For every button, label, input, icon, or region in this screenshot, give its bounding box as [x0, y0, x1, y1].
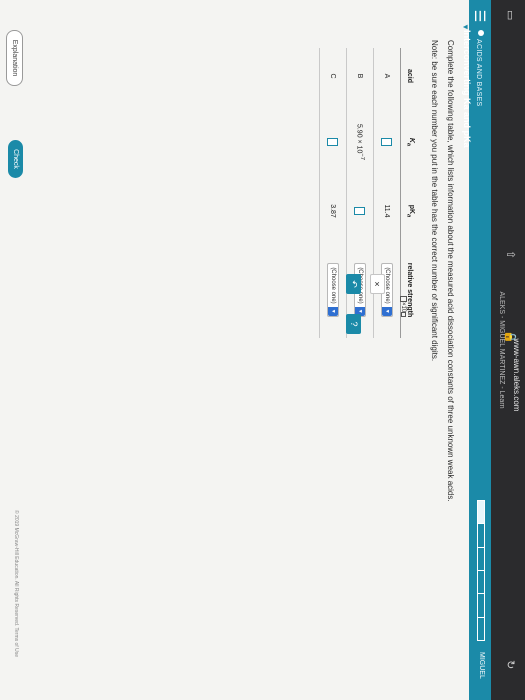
section-label: ACIDS AND BASES — [472, 30, 490, 148]
acid-table: acid Ka pKa relative strength A 11.4 (Ch… — [319, 48, 419, 338]
aleks-header: ☰ ACIDS AND BASES Interconverting Ka and… — [462, 0, 491, 700]
ka-value: 5.90 × 10−7 — [346, 104, 374, 180]
progress-segment — [477, 569, 485, 595]
chevron-down-icon[interactable]: ▼ — [461, 23, 470, 35]
acid-name: A — [373, 48, 401, 104]
strength-cell: (Choose one)▼ — [319, 242, 347, 338]
header-relative-strength: relative strength — [400, 242, 419, 338]
strength-select[interactable]: (Choose one)▼ — [327, 263, 339, 317]
acid-name: C — [319, 48, 347, 104]
user-name[interactable]: MIGUEL — [478, 652, 485, 679]
share-icon[interactable]: ⇧ — [504, 250, 517, 259]
copyright-text: © 2019 McGraw-Hill Education. All Rights… — [13, 510, 19, 657]
pka-cell — [346, 180, 374, 242]
question-note: Note: be sure each number you put in the… — [430, 40, 439, 362]
address-bar[interactable]: www-awn.aleks.com — [510, 290, 521, 460]
pka-input[interactable] — [354, 207, 366, 215]
table-row: C 3.87 (Choose one) ▼ — [319, 48, 347, 338]
aleks-page: ☰ ACIDS AND BASES Interconverting Ka and… — [0, 0, 491, 700]
chevron-down-icon: ▼ — [328, 306, 338, 316]
chevron-down-icon: ▼ — [382, 306, 392, 316]
progress-bar — [477, 500, 485, 641]
help-button[interactable]: ? — [346, 314, 361, 334]
ka-cell — [319, 104, 347, 180]
progress-segment — [477, 593, 485, 618]
clear-button[interactable]: × — [370, 274, 385, 294]
pka-value: 11.4 — [373, 180, 401, 242]
question-instructions: Complete the following table, which list… — [446, 40, 455, 502]
square-icon — [401, 312, 406, 318]
header-pka: pKa — [400, 180, 419, 242]
tab-title[interactable]: ALEKS - MIGUEL MARTINEZ - Learn — [495, 230, 505, 470]
section-dot-icon — [478, 30, 485, 36]
explanation-button[interactable]: Explanation — [6, 30, 23, 86]
table-row: B 5.90 × 10−7 (Choose one)▼ — [346, 48, 374, 338]
acid-name: B — [346, 48, 374, 104]
check-button[interactable]: Check — [8, 140, 23, 178]
topic-header: ACIDS AND BASES Interconverting Ka and p… — [462, 30, 490, 148]
table-header-row: acid Ka pKa relative strength — [400, 48, 419, 338]
topic-title: Interconverting Ka and pKa — [462, 30, 472, 148]
progress-segment — [477, 546, 485, 571]
header-acid: acid — [400, 48, 419, 104]
reload-icon[interactable]: ↻ — [504, 660, 517, 669]
undo-button[interactable]: ↶ — [346, 274, 361, 294]
footer: Explanation Check © 2019 McGraw-Hill Edu… — [0, 0, 29, 700]
browser-toolbar: ▭ 🔒 www-awn.aleks.com ⇧ ↻ ALEKS - MIGUEL… — [491, 0, 525, 700]
menu-icon[interactable]: ☰ — [472, 8, 488, 24]
progress-segment — [477, 523, 485, 548]
table-row: A 11.4 (Choose one) ▼ — [373, 48, 401, 338]
progress-segment — [477, 500, 485, 525]
header-ka: Ka — [400, 104, 419, 180]
rotated-screen: ▭ 🔒 www-awn.aleks.com ⇧ ↻ ALEKS - MIGUEL… — [0, 0, 525, 700]
ka-input[interactable] — [327, 138, 339, 146]
sidebar-icon[interactable]: ▭ — [504, 10, 517, 20]
ka-input[interactable] — [381, 138, 393, 146]
progress-segment — [477, 616, 485, 641]
scientific-notation-button[interactable]: ×10 — [395, 296, 407, 318]
ka-cell — [373, 104, 401, 180]
pka-value: 3.87 — [319, 180, 347, 242]
